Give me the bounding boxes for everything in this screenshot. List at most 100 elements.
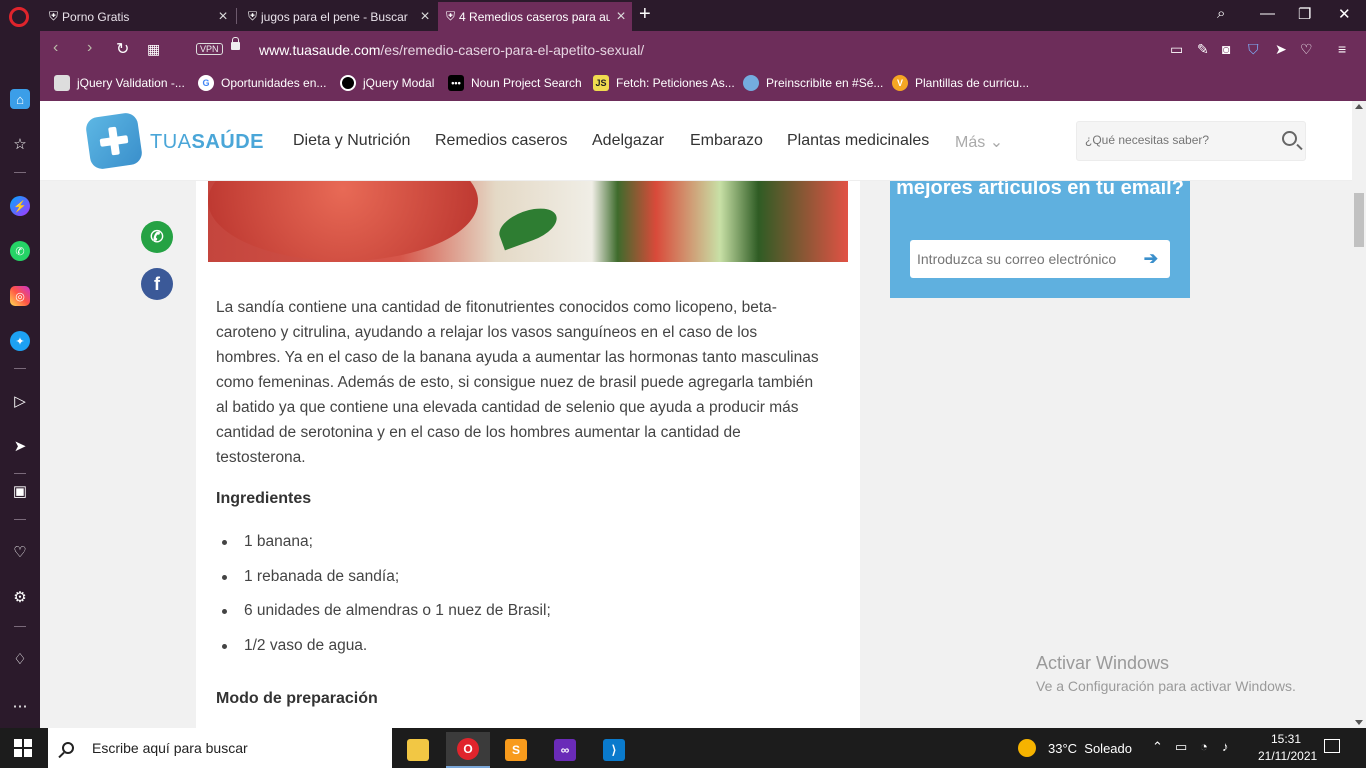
tabs-grid-icon[interactable]: ▦ <box>147 41 160 58</box>
scroll-down-icon[interactable] <box>1355 720 1363 725</box>
windows-start-icon[interactable] <box>14 739 32 757</box>
nav-adelgazar[interactable]: Adelgazar <box>592 132 664 150</box>
nav-embarazo[interactable]: Embarazo <box>690 132 763 150</box>
wifi-icon[interactable]: ◔ <box>1200 739 1208 754</box>
bookmark-preinscribite[interactable]: Preinscribite en #Sé... <box>743 75 883 91</box>
edit-icon[interactable]: ✎ <box>1197 41 1209 58</box>
menu-icon[interactable]: ≡ <box>1338 41 1346 57</box>
opera-app[interactable]: O <box>446 732 490 768</box>
vpn-badge[interactable]: VPN <box>196 43 223 55</box>
taskbar-search[interactable]: Escribe aquí para buscar <box>48 728 392 768</box>
whatsapp-share-icon[interactable]: ✆ <box>141 221 173 253</box>
speed-dial-icon[interactable]: ☆ <box>10 134 30 154</box>
heart-icon[interactable]: ♡ <box>1300 41 1313 58</box>
cv-icon: V <box>892 75 908 91</box>
folder-icon <box>407 739 429 761</box>
instagram-icon[interactable]: ◎ <box>10 286 30 306</box>
tab-title: 4 Remedios caseros para au <box>459 9 610 24</box>
email-input[interactable] <box>917 251 1137 267</box>
list-item: 1 banana; <box>222 529 826 554</box>
bookmarks-bar: jQuery Validation -... G Oportunidades e… <box>40 69 1366 101</box>
nav-plantas[interactable]: Plantas medicinales <box>787 132 929 150</box>
taskbar-search-text: Escribe aquí para buscar <box>92 740 248 756</box>
bookmark-noun-project[interactable]: ••• Noun Project Search <box>448 75 582 91</box>
bookmark-label: Plantillas de curricu... <box>915 76 1030 90</box>
arrow-right-icon[interactable]: ➔ <box>1144 249 1158 269</box>
incognito-icon: ⛨ <box>248 9 258 23</box>
sublime-text-app[interactable]: S <box>494 732 538 768</box>
twitter-icon[interactable]: ✦ <box>10 331 30 351</box>
home-icon[interactable]: ⌂ <box>10 89 30 109</box>
messenger-icon[interactable]: ⚡ <box>10 196 30 216</box>
lightbulb-icon[interactable]: ♢ <box>10 649 30 669</box>
facebook-share-icon[interactable]: f <box>141 268 173 300</box>
vscode-app[interactable]: ⟩ <box>592 732 636 768</box>
tab-porno-gratis[interactable]: ⛨ Porno Gratis × <box>41 2 234 31</box>
tab-jugos[interactable]: ⛨ jugos para el pene - Buscar × <box>240 2 436 31</box>
flow-icon[interactable]: ➤ <box>10 436 30 456</box>
watermelon-juice-image <box>208 181 848 262</box>
bookmark-jquery-validation[interactable]: jQuery Validation -... <box>54 75 185 91</box>
weather-widget[interactable]: 33°C Soleado <box>1018 739 1132 757</box>
search-input[interactable] <box>1085 133 1265 147</box>
newsletter-email-field[interactable]: ➔ <box>910 240 1170 278</box>
url-field[interactable]: www.tuasaude.com/es/remedio-casero-para-… <box>259 42 644 58</box>
wallet-icon[interactable]: ▣ <box>10 481 30 501</box>
back-icon[interactable]: ‹ <box>53 39 58 57</box>
scroll-up-icon[interactable] <box>1355 104 1363 109</box>
scroll-thumb[interactable] <box>1354 193 1364 247</box>
page-scrollbar[interactable] <box>1352 101 1366 728</box>
settings-icon[interactable]: ⚙ <box>10 587 30 607</box>
restore-icon[interactable]: ❐ <box>1298 5 1311 23</box>
opera-logo-icon[interactable] <box>9 7 29 27</box>
sublime-icon: S <box>505 739 527 761</box>
visual-studio-app[interactable]: ∞ <box>543 732 587 768</box>
camera-icon[interactable]: ◙ <box>1222 41 1230 57</box>
search-icon[interactable] <box>1282 131 1297 146</box>
volume-icon[interactable]: ♪ <box>1222 739 1229 754</box>
close-window-icon[interactable]: ✕ <box>1338 5 1351 23</box>
logo-text-bold: SAÚDE <box>191 131 265 153</box>
close-tab-icon[interactable]: × <box>212 8 234 26</box>
bookmark-label: Oportunidades en... <box>221 76 327 90</box>
forward-icon[interactable]: › <box>87 39 92 57</box>
bookmarks-heart-icon[interactable]: ♡ <box>10 542 30 562</box>
site-search[interactable] <box>1076 121 1306 161</box>
bookmark-plantillas[interactable]: V Plantillas de curricu... <box>892 75 1029 91</box>
nav-remedios[interactable]: Remedios caseros <box>435 132 568 150</box>
close-tab-icon[interactable]: × <box>414 8 436 26</box>
minimize-icon[interactable]: — <box>1260 5 1275 22</box>
system-clock[interactable]: 15:31 21/11/2021 <box>1258 731 1317 765</box>
close-tab-icon[interactable]: × <box>610 8 632 26</box>
bookmark-jquery-modal[interactable]: jQuery Modal <box>340 75 434 91</box>
windows-taskbar: Escribe aquí para buscar O S ∞ ⟩ 33°C So… <box>0 728 1366 768</box>
jquery-modal-icon <box>340 75 356 91</box>
chevron-down-icon: ⌄ <box>989 134 1004 151</box>
send-icon[interactable]: ➤ <box>1275 41 1287 58</box>
bookmark-oportunidades[interactable]: G Oportunidades en... <box>198 75 326 91</box>
flag-icon <box>743 75 759 91</box>
reader-icon[interactable]: ▭ <box>1170 41 1183 58</box>
lock-icon[interactable] <box>231 37 240 50</box>
nav-mas[interactable]: Más ⌄ <box>955 132 1003 152</box>
reload-icon[interactable]: ↻ <box>116 39 129 59</box>
player-icon[interactable]: ▷ <box>10 391 30 411</box>
tab-search-icon[interactable]: ⌕ <box>1217 5 1225 22</box>
bookmark-fetch[interactable]: JS Fetch: Peticiones As... <box>593 75 735 91</box>
tuasaude-logo-icon[interactable] <box>84 111 144 171</box>
whatsapp-icon[interactable]: ✆ <box>10 241 30 261</box>
opera-sidebar: ⌂ ☆ ⚡ ✆ ◎ ✦ ▷ ➤ ▣ ♡ ⚙ ♢ ⋯ <box>0 31 40 728</box>
shield-icon[interactable]: ⛉ <box>1248 41 1259 58</box>
nav-dieta[interactable]: Dieta y Nutrición <box>293 132 410 150</box>
new-tab-icon[interactable]: + <box>639 3 651 26</box>
more-icon[interactable]: ⋯ <box>10 696 30 716</box>
notifications-icon[interactable] <box>1324 739 1340 753</box>
address-bar: ‹ › ↻ ▦ VPN www.tuasaude.com/es/remedio-… <box>40 31 1366 69</box>
bookmark-label: jQuery Modal <box>363 76 435 90</box>
battery-icon[interactable]: ▭ <box>1175 739 1187 755</box>
chevron-up-icon[interactable]: ⌃ <box>1152 739 1163 755</box>
tab-remedios-active[interactable]: ⛨ 4 Remedios caseros para au × <box>438 2 632 31</box>
site-logo[interactable]: TUASAÚDE <box>150 131 264 154</box>
incognito-icon: ⛨ <box>49 9 59 23</box>
file-explorer-app[interactable] <box>396 732 440 768</box>
